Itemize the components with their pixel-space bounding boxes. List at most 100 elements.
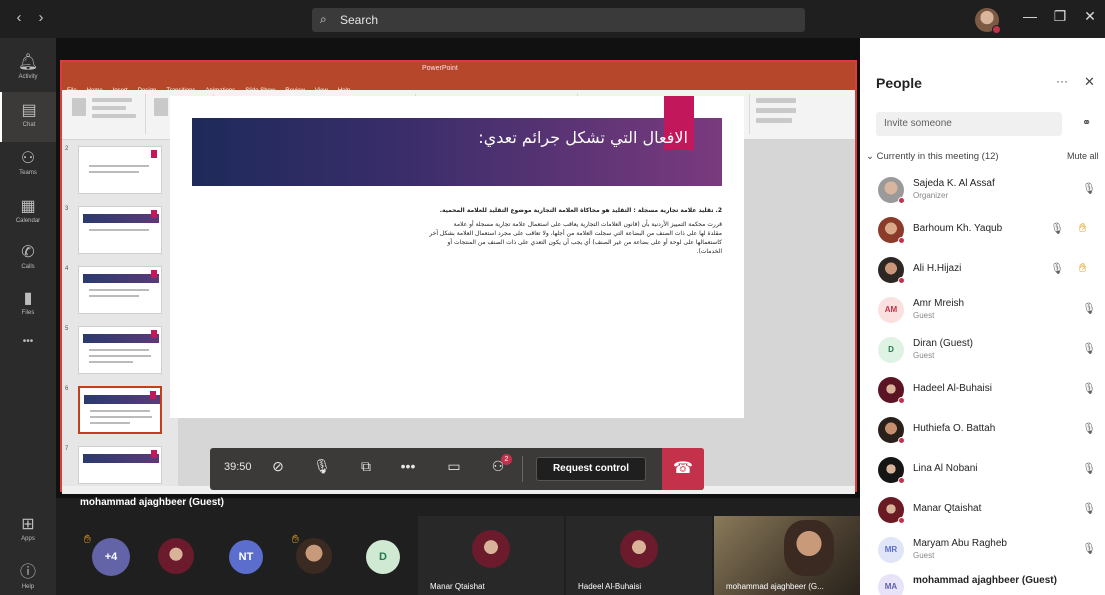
participants-icon[interactable]: ⚇ 2 — [486, 454, 512, 480]
rail-label: Teams — [19, 170, 37, 176]
participant-row[interactable]: MA mohammad ajaghbeer (Guest) — [860, 568, 1105, 595]
mic-off-icon[interactable]: 🎙︎ — [1050, 262, 1064, 275]
minimize-button[interactable]: — — [1020, 8, 1040, 24]
title-bar: ‹ › ⌕ Search — ❐ ✕ — [0, 0, 1105, 38]
raised-hand-icon: ✋︎ — [1079, 220, 1087, 235]
rail-label: Activity — [18, 74, 38, 80]
meeting-section-header[interactable]: ⌄ Currently in this meeting (12) — [866, 151, 999, 162]
share-invite-icon[interactable]: ⚭ — [1082, 116, 1091, 129]
video-tile[interactable]: mohammad ajaghbeer (G... — [714, 516, 860, 595]
slide-thumbnail[interactable] — [78, 326, 162, 374]
participant-avatar[interactable] — [158, 538, 194, 574]
mic-off-icon[interactable]: 🎙︎ — [1082, 302, 1096, 315]
mic-off-icon[interactable]: 🎙︎ — [1082, 182, 1096, 195]
participant-row[interactable]: Lina Al Nobani 🎙︎ — [860, 451, 1105, 491]
participant-avatar: MA — [878, 574, 904, 595]
mic-off-icon[interactable]: 🎙︎ — [1082, 342, 1096, 355]
rail-label: Calls — [21, 264, 35, 270]
panel-title: People — [876, 75, 922, 91]
search-input[interactable]: ⌕ Search — [312, 8, 805, 32]
participant-avatar — [878, 457, 905, 484]
section-label: Currently in this meeting (12) — [876, 151, 999, 162]
slide-thumbnail[interactable] — [78, 146, 162, 194]
participant-name: Barhoum Kh. Yaqub — [913, 223, 1003, 234]
participant-avatar — [878, 177, 905, 204]
camera-off-icon[interactable]: ⊘ — [266, 458, 290, 480]
more-options-icon[interactable]: ··· — [1056, 74, 1068, 88]
participant-avatar[interactable]: NT — [229, 540, 263, 574]
more-options-icon[interactable]: ••• — [396, 458, 420, 480]
chat-toggle-icon[interactable]: ▭ — [442, 458, 466, 480]
invite-input[interactable]: Invite someone — [876, 112, 1062, 136]
participant-name: Ali H.Hijazi — [913, 263, 962, 274]
mic-off-icon[interactable]: 🎙︎ — [1082, 422, 1096, 435]
participant-row[interactable]: D Diran (Guest) Guest 🎙︎ — [860, 331, 1105, 371]
participant-avatar[interactable] — [296, 538, 332, 574]
invite-placeholder: Invite someone — [884, 118, 952, 129]
restore-button[interactable]: ❐ — [1050, 8, 1070, 25]
video-tile[interactable]: Manar Qtaishat — [418, 516, 564, 595]
participant-role: Guest — [913, 351, 935, 360]
participant-name: Hadeel Al-Buhaisi — [913, 383, 992, 394]
slide-thumbnail-selected[interactable] — [78, 386, 162, 434]
current-slide: الافعال التي تشكل جرائم تعدي: 2. تقليد ع… — [170, 96, 744, 418]
slide-thumbnail[interactable] — [78, 206, 162, 254]
participant-row[interactable]: Manar Qtaishat 🎙︎ — [860, 491, 1105, 531]
raised-hand-icon: ✋︎ — [84, 532, 91, 546]
slide-thumbnail[interactable] — [78, 266, 162, 314]
rail-label: Chat — [22, 122, 36, 128]
rail-help[interactable]: ⓘ Help — [0, 550, 56, 595]
share-screen-icon[interactable]: ⧉ — [354, 458, 378, 480]
participant-row[interactable]: Barhoum Kh. Yaqub 🎙︎ ✋︎ — [860, 211, 1105, 251]
slide-thumbnail[interactable] — [78, 446, 162, 484]
participant-avatar — [878, 417, 905, 444]
participant-role: Organizer — [913, 191, 949, 200]
rail-activity[interactable]: 🔔︎ Activity — [0, 44, 56, 94]
app-bar: 🔔︎ Activity ▤ Chat ⚇ Teams ▦ Calendar ✆ … — [0, 38, 56, 595]
overflow-participants[interactable]: +4 — [92, 538, 130, 576]
participant-avatar[interactable]: D — [366, 540, 400, 574]
rail-files[interactable]: ▮ Files — [0, 280, 56, 330]
participant-role: Guest — [913, 551, 935, 560]
mic-off-icon[interactable]: 🎙︎ — [1082, 382, 1096, 395]
search-placeholder: Search — [340, 13, 379, 27]
participant-name: Huthiefa O. Battah — [913, 423, 996, 434]
rail-calendar[interactable]: ▦ Calendar — [0, 188, 56, 238]
rail-calls[interactable]: ✆ Calls — [0, 234, 56, 284]
back-button[interactable]: ‹ — [10, 9, 28, 26]
participant-row[interactable]: MR Maryam Abu Ragheb Guest 🎙︎ — [860, 531, 1105, 571]
participant-name: mohammad ajaghbeer (Guest) — [913, 575, 1057, 586]
raised-hand-icon: ✋︎ — [292, 532, 299, 546]
close-button[interactable]: ✕ — [1080, 8, 1100, 25]
ppt-title-bar: PowerPoint — [62, 62, 855, 78]
participant-row[interactable]: Ali H.Hijazi 🎙︎ ✋︎ — [860, 251, 1105, 291]
participant-name: Amr Mreish — [913, 298, 965, 309]
search-icon: ⌕ — [320, 12, 327, 26]
rail-apps[interactable]: ⊞ Apps — [0, 506, 56, 556]
rail-more[interactable]: ••• — [0, 326, 56, 376]
mic-off-icon[interactable]: 🎙︎ — [310, 458, 334, 480]
hangup-button[interactable]: ☎ — [662, 448, 704, 490]
request-control-button[interactable]: Request control — [536, 457, 646, 481]
tile-name: Manar Qtaishat — [430, 582, 485, 591]
mic-off-icon[interactable]: 🎙︎ — [1082, 462, 1096, 475]
apps-icon: ⊞ — [21, 516, 35, 533]
rail-chat[interactable]: ▤ Chat — [0, 92, 56, 142]
rail-teams[interactable]: ⚇ Teams — [0, 140, 56, 190]
participant-row[interactable]: Hadeel Al-Buhaisi 🎙︎ — [860, 371, 1105, 411]
mic-off-icon[interactable]: 🎙︎ — [1050, 222, 1064, 235]
participant-avatar: AM — [878, 297, 904, 323]
participant-row[interactable]: Sajeda K. Al Assaf Organizer 🎙︎ — [860, 171, 1105, 211]
participant-name: Manar Qtaishat — [913, 503, 982, 514]
mic-off-icon[interactable]: 🎙︎ — [1082, 502, 1096, 515]
mute-all-button[interactable]: Mute all — [1067, 151, 1099, 161]
mic-off-icon[interactable]: 🎙︎ — [1082, 542, 1096, 555]
user-avatar[interactable] — [975, 8, 1001, 34]
video-tile[interactable]: Hadeel Al-Buhaisi — [566, 516, 712, 595]
close-icon[interactable]: ✕ — [1084, 74, 1095, 90]
forward-button[interactable]: › — [32, 9, 50, 26]
participant-row[interactable]: AM Amr Mreish Guest 🎙︎ — [860, 291, 1105, 331]
rail-label: Files — [21, 310, 35, 316]
divider — [522, 456, 523, 482]
participant-row[interactable]: Huthiefa O. Battah 🎙︎ — [860, 411, 1105, 451]
